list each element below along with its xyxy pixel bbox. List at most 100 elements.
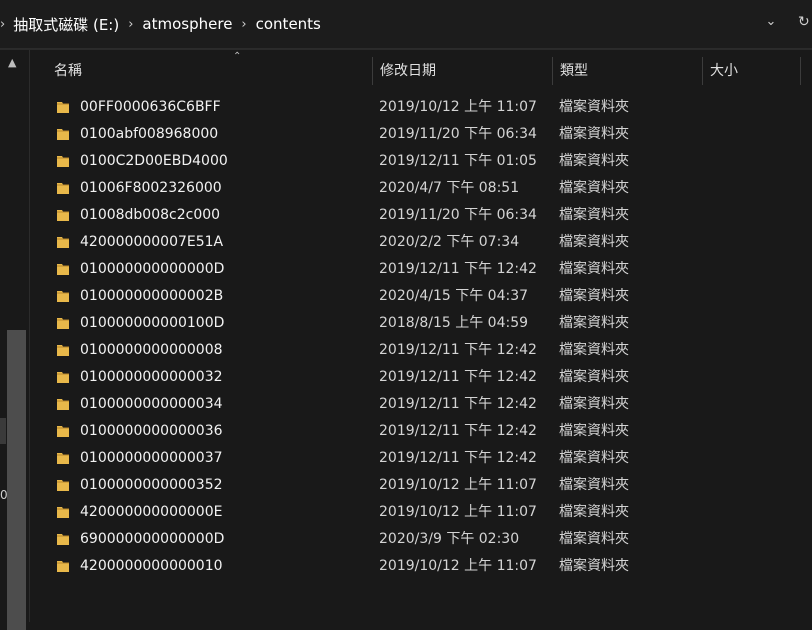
file-name[interactable]: 0100000000000036: [80, 418, 223, 445]
column-modified[interactable]: 修改日期: [372, 57, 552, 85]
file-name[interactable]: 010000000000100D: [80, 310, 224, 337]
file-name[interactable]: 420000000007E51A: [80, 229, 223, 256]
breadcrumb-item-contents[interactable]: contents: [256, 15, 321, 33]
folder-icon: [56, 262, 70, 276]
file-name[interactable]: 0100000000000008: [80, 337, 223, 364]
list-item[interactable]: 01006F8002326000 2020/4/7 下午 08:51 檔案資料夾: [30, 175, 812, 202]
file-name[interactable]: 690000000000000D: [80, 526, 224, 553]
folder-icon: [56, 289, 70, 303]
list-item[interactable]: 010000000000002B 2020/4/15 下午 04:37 檔案資料夾: [30, 283, 812, 310]
file-name[interactable]: 01006F8002326000: [80, 175, 222, 202]
folder-icon: [56, 451, 70, 465]
file-type: 檔案資料夾: [559, 180, 629, 196]
file-modified: 2019/12/11 下午 12:42: [379, 396, 537, 412]
file-type: 檔案資料夾: [559, 99, 629, 115]
list-item[interactable]: 00FF0000636C6BFF 2019/10/12 上午 11:07 檔案資料夾: [30, 94, 812, 121]
file-name[interactable]: 420000000000000E: [80, 499, 222, 526]
nav-scrollbar-thumb[interactable]: [7, 330, 26, 630]
file-modified: 2019/12/11 下午 12:42: [379, 450, 537, 466]
refresh-icon[interactable]: ↻: [798, 14, 812, 36]
file-name[interactable]: 0100000000000352: [80, 472, 223, 499]
file-name[interactable]: 0100000000000034: [80, 391, 223, 418]
list-item[interactable]: 0100000000000352 2019/10/12 上午 11:07 檔案資料夾: [30, 472, 812, 499]
file-type: 檔案資料夾: [559, 315, 629, 331]
chevron-right-icon[interactable]: ›: [119, 17, 142, 32]
folder-icon: [56, 343, 70, 357]
list-item[interactable]: 010000000000100D 2018/8/15 上午 04:59 檔案資料夾: [30, 310, 812, 337]
chevron-right-icon[interactable]: ›: [232, 17, 255, 32]
folder-icon: [56, 154, 70, 168]
column-name[interactable]: 名稱: [46, 57, 372, 85]
file-name[interactable]: 4200000000000010: [80, 553, 223, 580]
breadcrumb-item-drive[interactable]: 抽取式磁碟 (E:): [13, 14, 119, 35]
list-item[interactable]: 010000000000000D 2019/12/11 下午 12:42 檔案資料夾: [30, 256, 812, 283]
list-item[interactable]: 420000000007E51A 2020/2/2 下午 07:34 檔案資料夾: [30, 229, 812, 256]
file-modified: 2019/11/20 下午 06:34: [379, 126, 537, 142]
file-list: 00FF0000636C6BFF 2019/10/12 上午 11:07 檔案資料夾…: [30, 94, 812, 580]
column-separator[interactable]: [800, 57, 801, 85]
file-name[interactable]: 01008db008c2c000: [80, 202, 220, 229]
list-item[interactable]: 0100abf008968000 2019/11/20 下午 06:34 檔案資料夾: [30, 121, 812, 148]
breadcrumb-item-atmosphere[interactable]: atmosphere: [142, 15, 232, 33]
folder-icon: [56, 235, 70, 249]
folder-icon: [56, 505, 70, 519]
address-bar-separator: [0, 49, 812, 50]
folder-icon: [56, 559, 70, 573]
file-name[interactable]: 0100C2D00EBD4000: [80, 148, 228, 175]
list-item[interactable]: 01008db008c2c000 2019/11/20 下午 06:34 檔案資料夾: [30, 202, 812, 229]
folder-icon: [56, 181, 70, 195]
folder-icon: [56, 370, 70, 384]
folder-icon: [56, 316, 70, 330]
list-item[interactable]: 0100000000000036 2019/12/11 下午 12:42 檔案資料夾: [30, 418, 812, 445]
list-item[interactable]: 690000000000000D 2020/3/9 下午 02:30 檔案資料夾: [30, 526, 812, 553]
file-modified: 2020/3/9 下午 02:30: [379, 531, 520, 547]
file-type: 檔案資料夾: [559, 558, 629, 574]
list-item[interactable]: 0100C2D00EBD4000 2019/12/11 下午 01:05 檔案資料夾: [30, 148, 812, 175]
list-item[interactable]: 0100000000000032 2019/12/11 下午 12:42 檔案資料夾: [30, 364, 812, 391]
column-header: ⌃ 名稱 修改日期 類型 大小: [30, 51, 812, 85]
column-type[interactable]: 類型: [552, 57, 702, 85]
file-name[interactable]: 0100000000000032: [80, 364, 223, 391]
file-name[interactable]: 010000000000002B: [80, 283, 223, 310]
address-bar[interactable]: › 抽取式磁碟 (E:) › atmosphere › contents ⌄ ↻: [0, 0, 812, 49]
file-name[interactable]: 0100abf008968000: [80, 121, 218, 148]
scroll-up-icon[interactable]: ▲: [8, 56, 16, 69]
file-modified: 2019/12/11 下午 12:42: [379, 342, 537, 358]
file-modified: 2019/12/11 下午 01:05: [379, 153, 537, 169]
file-modified: 2019/10/12 上午 11:07: [379, 558, 537, 574]
file-name[interactable]: 0100000000000037: [80, 445, 223, 472]
file-type: 檔案資料夾: [559, 423, 629, 439]
folder-icon: [56, 100, 70, 114]
list-item[interactable]: 4200000000000010 2019/10/12 上午 11:07 檔案資料夾: [30, 553, 812, 580]
file-modified: 2019/11/20 下午 06:34: [379, 207, 537, 223]
list-item[interactable]: 0100000000000037 2019/12/11 下午 12:42 檔案資料夾: [30, 445, 812, 472]
chevron-down-icon[interactable]: ⌄: [758, 14, 784, 36]
file-type: 檔案資料夾: [559, 396, 629, 412]
column-size[interactable]: 大小: [702, 57, 800, 85]
file-name[interactable]: 00FF0000636C6BFF: [80, 94, 221, 121]
file-type: 檔案資料夾: [559, 342, 629, 358]
chevron-right-icon[interactable]: ›: [0, 17, 13, 32]
file-type: 檔案資料夾: [559, 288, 629, 304]
file-type: 檔案資料夾: [559, 504, 629, 520]
list-item[interactable]: 0100000000000034 2019/12/11 下午 12:42 檔案資料夾: [30, 391, 812, 418]
list-item[interactable]: 0100000000000008 2019/12/11 下午 12:42 檔案資料夾: [30, 337, 812, 364]
file-modified: 2019/12/11 下午 12:42: [379, 261, 537, 277]
file-modified: 2019/12/11 下午 12:42: [379, 369, 537, 385]
folder-icon: [56, 127, 70, 141]
nav-selection-marker: [0, 418, 6, 444]
folder-icon: [56, 478, 70, 492]
folder-icon: [56, 424, 70, 438]
list-item[interactable]: 420000000000000E 2019/10/12 上午 11:07 檔案資料夾: [30, 499, 812, 526]
file-modified: 2020/4/15 下午 04:37: [379, 288, 529, 304]
file-modified: 2019/10/12 上午 11:07: [379, 99, 537, 115]
nav-partial-label: 0: [0, 488, 8, 502]
file-modified: 2018/8/15 上午 04:59: [379, 315, 529, 331]
navigation-pane: ▲ 0: [0, 50, 29, 630]
file-modified: 2019/10/12 上午 11:07: [379, 504, 537, 520]
file-modified: 2019/10/12 上午 11:07: [379, 477, 537, 493]
file-type: 檔案資料夾: [559, 261, 629, 277]
file-type: 檔案資料夾: [559, 234, 629, 250]
file-name[interactable]: 010000000000000D: [80, 256, 224, 283]
file-type: 檔案資料夾: [559, 126, 629, 142]
